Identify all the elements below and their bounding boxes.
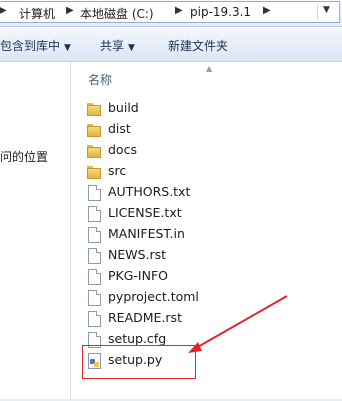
- annotation-highlight-box: [82, 345, 196, 379]
- new-folder-button[interactable]: 新建文件夹: [168, 37, 228, 54]
- file-name: MANIFEST.in: [108, 226, 185, 241]
- file-name: NEWS.rst: [108, 247, 167, 262]
- text-file-icon: [88, 206, 101, 222]
- file-name: dist: [108, 121, 131, 136]
- divider: [317, 4, 318, 20]
- file-icon: [88, 248, 101, 264]
- pane-splitter[interactable]: [70, 62, 71, 401]
- folder-icon: [86, 101, 102, 117]
- include-in-library-button[interactable]: 包含到库中 ▼: [0, 37, 71, 54]
- file-name: docs: [108, 142, 137, 157]
- breadcrumb-computer[interactable]: 计算机: [19, 5, 55, 22]
- column-header-name[interactable]: 名称: [88, 71, 112, 88]
- file-name: src: [108, 163, 127, 178]
- file-name: README.rst: [108, 310, 182, 325]
- share-label: 共享: [100, 39, 125, 53]
- chevron-down-icon: ▼: [64, 43, 71, 53]
- breadcrumb-local-disk[interactable]: 本地磁盘 (C:): [80, 5, 154, 22]
- file-name: AUTHORS.txt: [108, 184, 191, 199]
- folder-icon: [86, 122, 102, 138]
- file-icon: [88, 290, 101, 306]
- breadcrumb-current-folder[interactable]: pip-19.3.1: [190, 5, 251, 19]
- breadcrumb-separator[interactable]: ▶: [263, 5, 271, 16]
- navigation-pane: 问的位置: [0, 62, 70, 401]
- file-icon: [88, 269, 101, 285]
- file-name: setup.cfg: [108, 331, 167, 346]
- chevron-down-icon: ▼: [128, 43, 135, 53]
- share-button[interactable]: 共享 ▼: [100, 37, 135, 54]
- file-name: build: [108, 100, 139, 115]
- folder-icon: [86, 164, 102, 180]
- address-field[interactable]: ▶ 计算机 ▶ 本地磁盘 (C:) ▶ pip-19.3.1 ▶ ▼: [0, 1, 340, 23]
- breadcrumb-separator[interactable]: ▶: [66, 5, 74, 16]
- file-name: LICENSE.txt: [108, 205, 182, 220]
- command-bar: 包含到库中 ▼ 共享 ▼ 新建文件夹: [0, 27, 342, 62]
- sort-indicator-icon: ▲: [206, 64, 213, 73]
- file-icon: [88, 311, 101, 327]
- folder-icon: [86, 143, 102, 159]
- file-icon: [88, 227, 101, 243]
- address-bar: ▶ 计算机 ▶ 本地磁盘 (C:) ▶ pip-19.3.1 ▶ ▼: [0, 0, 342, 27]
- breadcrumb-separator[interactable]: ▶: [175, 5, 183, 16]
- text-file-icon: [88, 185, 101, 201]
- include-in-library-label: 包含到库中: [0, 39, 61, 53]
- file-name: pyproject.toml: [108, 289, 199, 304]
- file-name: PKG-INFO: [108, 268, 168, 283]
- breadcrumb-separator: ▶: [0, 5, 7, 16]
- nav-item-recent-places[interactable]: 问的位置: [0, 148, 48, 165]
- address-history-dropdown[interactable]: ▼: [323, 5, 330, 15]
